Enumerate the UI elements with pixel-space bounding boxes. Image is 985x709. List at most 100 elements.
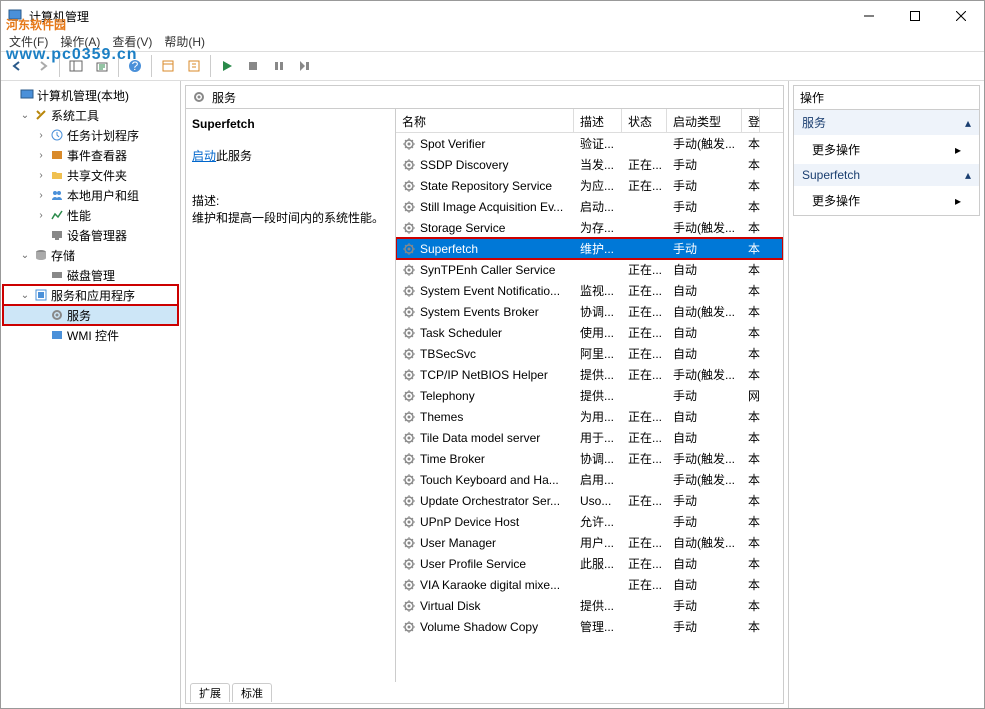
back-button[interactable]: [5, 54, 29, 78]
tree-services-apps[interactable]: ⌄服务和应用程序: [3, 285, 178, 305]
navigation-tree[interactable]: 计算机管理(本地) ⌄系统工具 ›任务计划程序 ›事件查看器 ›共享文件夹 ›本…: [1, 81, 181, 708]
chevron-right-icon: ▸: [955, 143, 961, 157]
start-service-link-row: 启动此服务: [192, 147, 389, 164]
titlebar: 计算机管理: [1, 1, 984, 31]
col-desc[interactable]: 描述: [574, 109, 622, 132]
actions-more-2[interactable]: 更多操作▸: [794, 186, 979, 215]
start-service-button[interactable]: [215, 54, 239, 78]
menu-action[interactable]: 操作(A): [60, 33, 100, 50]
folder-icon: [49, 167, 65, 183]
service-row[interactable]: Storage Service为存...手动(触发...本: [396, 217, 783, 238]
detail-pane: Superfetch 启动此服务 描述: 维护和提高一段时间内的系统性能。: [186, 109, 396, 682]
pause-service-button[interactable]: [267, 54, 291, 78]
selected-service-name: Superfetch: [192, 117, 389, 131]
service-row[interactable]: Time Broker协调...正在...手动(触发...本: [396, 448, 783, 469]
col-status[interactable]: 状态: [622, 109, 667, 132]
col-name[interactable]: 名称: [396, 109, 574, 132]
tab-standard[interactable]: 标准: [232, 683, 272, 702]
service-row[interactable]: Update Orchestrator Ser...Uso...正在...手动本: [396, 490, 783, 511]
tree-local-users[interactable]: ›本地用户和组: [3, 185, 178, 205]
computer-icon: [19, 87, 35, 103]
service-row[interactable]: Virtual Disk提供...手动本: [396, 595, 783, 616]
service-row[interactable]: Touch Keyboard and Ha...启用...手动(触发...本: [396, 469, 783, 490]
service-row[interactable]: UPnP Device Host允许...手动本: [396, 511, 783, 532]
tree-performance[interactable]: ›性能: [3, 205, 178, 225]
actions-more-1[interactable]: 更多操作▸: [794, 135, 979, 164]
tree-storage[interactable]: ⌄存储: [3, 245, 178, 265]
start-link[interactable]: 启动: [192, 149, 216, 163]
forward-button[interactable]: [31, 54, 55, 78]
col-logon[interactable]: 登: [742, 109, 760, 132]
description-text: 维护和提高一段时间内的系统性能。: [192, 209, 389, 226]
show-hide-tree-button[interactable]: [64, 54, 88, 78]
menubar: 文件(F) 操作(A) 查看(V) 帮助(H): [1, 31, 984, 51]
service-row[interactable]: Still Image Acquisition Ev...启动...手动本: [396, 196, 783, 217]
restart-service-button[interactable]: [293, 54, 317, 78]
service-row[interactable]: User Profile Service此服...正在...自动本: [396, 553, 783, 574]
services-list[interactable]: 名称 描述 状态 启动类型 登 Spot Verifier验证...手动(触发.…: [396, 109, 783, 682]
users-icon: [49, 187, 65, 203]
service-row[interactable]: System Events Broker协调...正在...自动(触发...本: [396, 301, 783, 322]
tree-event-viewer[interactable]: ›事件查看器: [3, 145, 178, 165]
service-row[interactable]: State Repository Service为应...正在...手动本: [396, 175, 783, 196]
service-row[interactable]: Tile Data model server用于...正在...自动本: [396, 427, 783, 448]
minimize-button[interactable]: [846, 1, 892, 31]
performance-icon: [49, 207, 65, 223]
service-row[interactable]: Telephony提供...手动网: [396, 385, 783, 406]
service-row[interactable]: SynTPEnh Caller Service正在...自动本: [396, 259, 783, 280]
event-icon: [49, 147, 65, 163]
tree-shared-folders[interactable]: ›共享文件夹: [3, 165, 178, 185]
clock-icon: [49, 127, 65, 143]
service-row[interactable]: VIA Karaoke digital mixe...正在...自动本: [396, 574, 783, 595]
maximize-button[interactable]: [892, 1, 938, 31]
list-header: 名称 描述 状态 启动类型 登: [396, 109, 783, 133]
export-button[interactable]: [90, 54, 114, 78]
window-title: 计算机管理: [29, 8, 89, 25]
service-row[interactable]: TBSecSvc阿里...正在...自动本: [396, 343, 783, 364]
tree-system-tools[interactable]: ⌄系统工具: [3, 105, 178, 125]
tools-icon: [33, 107, 49, 123]
service-row[interactable]: System Event Notificatio...监视...正在...自动本: [396, 280, 783, 301]
wmi-icon: [49, 327, 65, 343]
tree-disk-mgmt[interactable]: 磁盘管理: [3, 265, 178, 285]
main-panel: 服务 Superfetch 启动此服务 描述: 维护和提高一段时间内的系统性能。…: [181, 81, 789, 708]
menu-file[interactable]: 文件(F): [9, 33, 48, 50]
menu-view[interactable]: 查看(V): [112, 33, 152, 50]
service-row[interactable]: SSDP Discovery当发...正在...手动本: [396, 154, 783, 175]
tree-wmi[interactable]: WMI 控件: [3, 325, 178, 345]
view-tabs: 扩展 标准: [185, 682, 784, 704]
tree-root[interactable]: 计算机管理(本地): [3, 85, 178, 105]
main-header: 服务: [185, 85, 784, 109]
disk-icon: [49, 267, 65, 283]
close-button[interactable]: [938, 1, 984, 31]
actions-pane: 操作 服务▴ 更多操作▸ Superfetch▴ 更多操作▸: [789, 81, 984, 708]
properties-button[interactable]: [156, 54, 180, 78]
service-row[interactable]: Volume Shadow Copy管理...手动本: [396, 616, 783, 637]
menu-help[interactable]: 帮助(H): [164, 33, 205, 50]
storage-icon: [33, 247, 49, 263]
service-row[interactable]: User Manager用户...正在...自动(触发...本: [396, 532, 783, 553]
help-button[interactable]: ?: [123, 54, 147, 78]
actions-group-selected[interactable]: Superfetch▴: [794, 164, 979, 186]
tree-services[interactable]: 服务: [3, 305, 178, 325]
tree-device-manager[interactable]: 设备管理器: [3, 225, 178, 245]
services-apps-icon: [33, 287, 49, 303]
col-start[interactable]: 启动类型: [667, 109, 742, 132]
description-label: 描述:: [192, 192, 389, 209]
tree-task-scheduler[interactable]: ›任务计划程序: [3, 125, 178, 145]
actions-title: 操作: [793, 85, 980, 110]
gear-icon: [192, 90, 206, 104]
stop-service-button[interactable]: [241, 54, 265, 78]
app-icon: [7, 8, 23, 24]
service-row[interactable]: Superfetch维护...手动本: [396, 238, 783, 259]
properties2-button[interactable]: [182, 54, 206, 78]
actions-group-services[interactable]: 服务▴: [794, 110, 979, 135]
tab-extended[interactable]: 扩展: [190, 683, 230, 702]
service-row[interactable]: Spot Verifier验证...手动(触发...本: [396, 133, 783, 154]
service-row[interactable]: Themes为用...正在...自动本: [396, 406, 783, 427]
collapse-icon: ▴: [965, 116, 971, 130]
service-row[interactable]: TCP/IP NetBIOS Helper提供...正在...手动(触发...本: [396, 364, 783, 385]
gear-icon: [49, 307, 65, 323]
service-row[interactable]: Task Scheduler使用...正在...自动本: [396, 322, 783, 343]
chevron-right-icon: ▸: [955, 194, 961, 208]
